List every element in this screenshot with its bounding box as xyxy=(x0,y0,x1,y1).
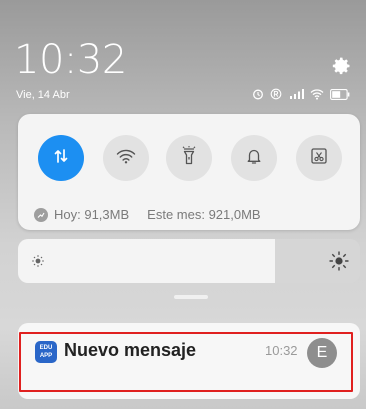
flashlight-icon xyxy=(180,145,198,171)
avatar: E xyxy=(307,338,337,368)
drag-handle[interactable] xyxy=(174,295,208,299)
registered-icon xyxy=(270,88,282,100)
wifi-toggle[interactable] xyxy=(103,135,149,181)
battery-icon xyxy=(330,88,350,100)
bell-icon xyxy=(245,147,263,170)
app-icon-text-top: EDU xyxy=(39,345,53,351)
alarm-icon xyxy=(252,88,264,100)
gear-icon[interactable] xyxy=(332,56,352,76)
usage-today: Hoy: 91,3MB xyxy=(54,207,130,222)
brightness-slider[interactable] xyxy=(18,239,360,283)
brightness-high-icon xyxy=(328,250,350,277)
date-label: Vie, 14 Abr xyxy=(16,89,70,101)
usage-month: Este mes: 921,0MB xyxy=(147,207,261,222)
status-icons xyxy=(252,87,350,101)
flashlight-toggle[interactable] xyxy=(166,135,212,181)
wifi-icon xyxy=(310,88,324,100)
cellular-signal-icon xyxy=(288,88,304,100)
notifications-toggle[interactable] xyxy=(231,135,277,181)
screenshot-toggle[interactable] xyxy=(296,135,342,181)
brightness-low-icon xyxy=(30,253,46,274)
eduapp-icon: EDU APP xyxy=(35,341,57,363)
notification-title[interactable]: Nuevo mensaje xyxy=(64,340,196,361)
brightness-fill xyxy=(18,239,275,283)
mobile-data-icon xyxy=(52,147,70,170)
app-icon-text-bottom: APP xyxy=(39,353,53,359)
clock-time: 10:32 xyxy=(14,37,127,83)
mobile-data-toggle[interactable] xyxy=(38,135,84,181)
data-usage-icon xyxy=(34,207,48,222)
data-usage: Hoy: 91,3MB Este mes: 921,0MB xyxy=(34,207,261,222)
notification-time: 10:32 xyxy=(265,343,298,358)
quick-settings-panel: Hoy: 91,3MB Este mes: 921,0MB xyxy=(18,114,360,230)
screenshot-icon xyxy=(310,147,328,170)
wifi-icon xyxy=(116,148,136,169)
